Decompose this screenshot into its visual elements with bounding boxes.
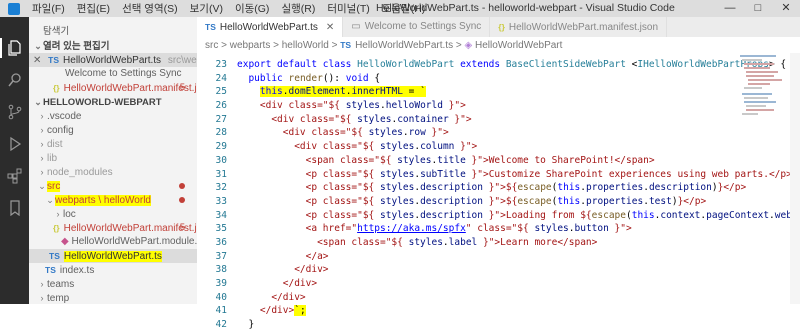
tree-file-active[interactable]: TS HelloWorldWebPart.ts	[29, 249, 197, 263]
menu-edit[interactable]: 편집(E)	[71, 1, 116, 16]
typescript-icon: TS	[205, 22, 216, 32]
line-numbers: 23 24 25 26 27 28 29 30 31 32 33 34 35 36 37 38 39 40 41 42	[215, 59, 227, 331]
title-bar: 파일(F) 편집(E) 선택 영역(S) 보기(V) 이동(G) 실행(R) 터…	[0, 0, 800, 17]
tree-folder[interactable]: › temp	[29, 291, 197, 304]
vertical-scrollbar[interactable]	[790, 53, 800, 304]
json-icon: {}	[53, 223, 60, 233]
problem-count-badge: 5	[179, 82, 185, 93]
minimize-button[interactable]: —	[716, 0, 744, 17]
typescript-icon: TS	[49, 251, 60, 261]
tree-file[interactable]: TS index.ts	[29, 263, 197, 277]
close-tab-icon: ✕	[325, 22, 335, 33]
breadcrumb[interactable]: src > webparts > helloWorld > TS HelloWor…	[197, 37, 800, 53]
json-icon: {}	[53, 83, 60, 93]
tab-manifest-json[interactable]: {} HelloWorldWebPart.manifest.json	[490, 17, 668, 37]
typescript-icon: TS	[45, 265, 56, 275]
tab-settings-sync[interactable]: ▭ Welcome to Settings Sync	[343, 17, 491, 37]
open-editor-item[interactable]: Welcome to Settings Sync	[29, 67, 197, 81]
open-editors-header[interactable]: ⌄열려 있는 편집기	[29, 39, 197, 53]
tree-folder[interactable]: › config	[29, 123, 197, 137]
run-debug-icon[interactable]	[7, 136, 23, 152]
error-dot	[179, 183, 185, 189]
tab-helloworldwebpart-ts[interactable]: TS HelloWorldWebPart.ts ✕	[197, 17, 344, 37]
minimap[interactable]	[736, 53, 788, 304]
tree-folder[interactable]: › node_modules	[29, 165, 197, 179]
problem-count-badge: 5	[179, 222, 185, 233]
tree-folder[interactable]: › lib	[29, 151, 197, 165]
menu-terminal[interactable]: 터미널(T)	[321, 1, 375, 16]
explorer-title: 탐색기	[43, 26, 70, 37]
vscode-logo-icon	[8, 2, 20, 15]
menu-go[interactable]: 이동(G)	[229, 1, 275, 16]
scss-icon: ◆	[61, 236, 72, 247]
code-content[interactable]: export default class HelloWorldWebPart e…	[237, 58, 800, 332]
menu-file[interactable]: 파일(F)	[26, 1, 71, 16]
open-editor-item[interactable]: {} HelloWorldWebPart.manifest.js... 5	[29, 81, 197, 95]
tree-folder[interactable]: › dist	[29, 137, 197, 151]
tree-file[interactable]: {} HelloWorldWebPart.manifest.js... 5	[29, 221, 197, 235]
menu-selection[interactable]: 선택 영역(S)	[116, 1, 184, 16]
search-icon[interactable]	[7, 72, 23, 88]
maximize-button[interactable]: □	[744, 0, 772, 17]
tree-folder[interactable]: › teams	[29, 277, 197, 291]
document-icon: ▭	[351, 21, 361, 32]
tree-folder[interactable]: › .vscode	[29, 109, 197, 123]
explorer-sidebar: 탐색기 ⌄열려 있는 편집기 ✕ TS HelloWorldWebPart.ts …	[29, 17, 197, 304]
active-indicator	[0, 38, 2, 58]
menu-view[interactable]: 보기(V)	[184, 1, 229, 16]
window-title: HelloWorldWebPart.ts - helloworld-webpar…	[376, 2, 675, 14]
tree-folder[interactable]: › loc	[29, 207, 197, 221]
project-header[interactable]: ⌄HELLOWORLD-WEBPART	[29, 95, 197, 109]
activity-bar	[0, 17, 29, 304]
extensions-icon[interactable]	[7, 168, 23, 184]
code-editor[interactable]: 23 24 25 26 27 28 29 30 31 32 33 34 35 36 37 38 39 40 41 42…	[197, 53, 800, 330]
editor-tabs: TS HelloWorldWebPart.ts ✕ ▭ Welcome to Sett…	[197, 17, 800, 37]
error-dot	[179, 197, 185, 203]
tree-folder-src[interactable]: ⌄src	[29, 179, 197, 193]
close-window-button[interactable]: ✕	[772, 0, 800, 17]
menu-run[interactable]: 실행(R)	[275, 1, 321, 16]
typescript-icon: TS	[48, 55, 60, 65]
json-icon: {}	[498, 22, 505, 32]
tree-file[interactable]: ◆ HelloWorldWebPart.module.scss	[29, 235, 197, 249]
source-control-icon[interactable]	[7, 104, 23, 120]
bookmark-icon[interactable]	[7, 200, 23, 217]
close-icon: ✕	[33, 55, 42, 66]
tree-folder-webparts[interactable]: ⌄webparts \ helloWorld	[29, 193, 197, 207]
open-editor-item[interactable]: ✕ TSHelloWorldWebPart.ts src\webparts...	[29, 53, 197, 67]
files-icon[interactable]	[7, 40, 23, 56]
